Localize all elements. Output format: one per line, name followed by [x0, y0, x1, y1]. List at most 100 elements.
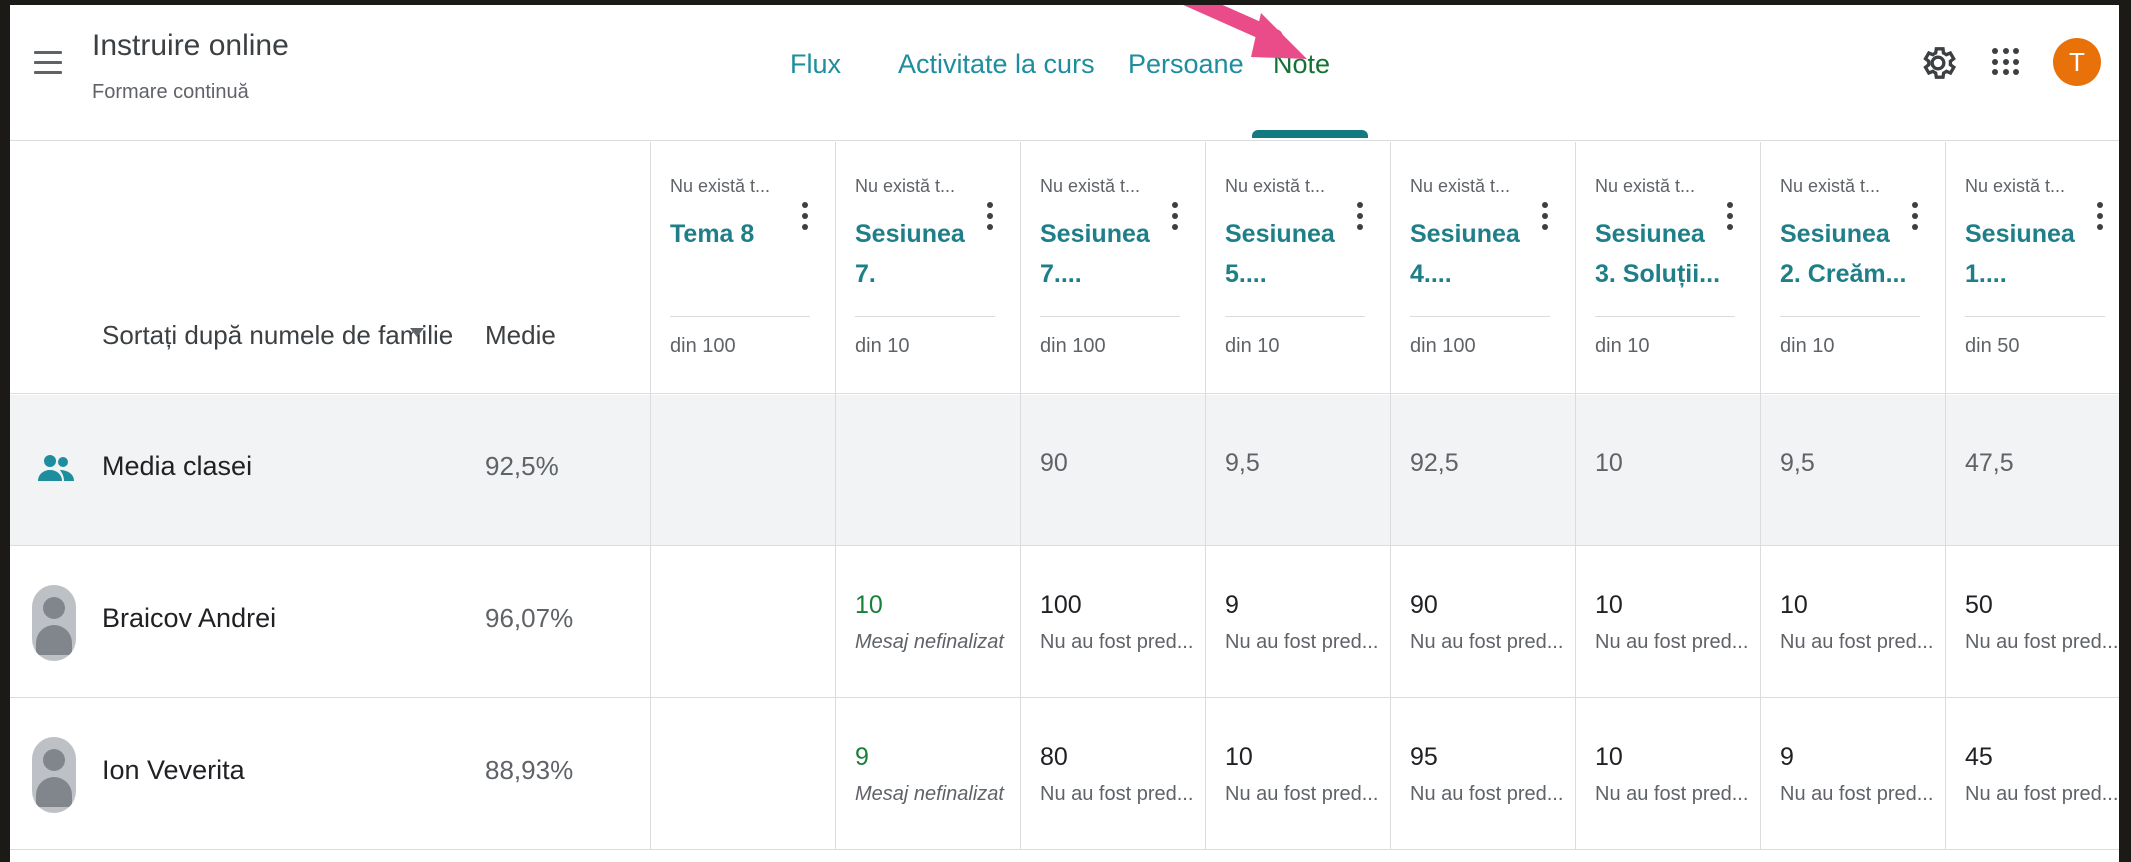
assignment-column-header[interactable]: Nu există t... Sesiunea 7. din 10 — [835, 142, 1019, 394]
average-cell: 92,5 — [1410, 449, 1459, 477]
column-divider — [1020, 142, 1021, 850]
due-date-label: Nu există t... — [670, 176, 771, 196]
assignment-column-header[interactable]: Nu există t... Sesiunea 2. Creăm... din 1… — [1760, 142, 1944, 394]
more-options-icon[interactable] — [1355, 202, 1365, 236]
people-group-icon — [38, 455, 74, 481]
active-tab-indicator — [1252, 130, 1368, 138]
class-subtitle: Formare continuă — [92, 81, 249, 103]
divider — [670, 316, 810, 317]
divider — [1965, 316, 2105, 317]
max-points-label: din 10 — [1595, 335, 1650, 357]
grade-cell[interactable] — [650, 699, 834, 850]
average-cell — [650, 395, 834, 546]
grade-cell[interactable]: 95 Nu au fost pred... — [1390, 699, 1574, 850]
assignment-title[interactable]: Sesiunea 1.... — [1965, 214, 2085, 294]
grade-cell[interactable]: 10 Nu au fost pred... — [1575, 547, 1759, 698]
due-date-label: Nu există t... — [1595, 176, 1696, 196]
grade-cell[interactable]: 9 Mesaj nefinalizat — [835, 699, 1019, 850]
assignment-column-header[interactable]: Nu există t... Sesiunea 7.... din 100 — [1020, 142, 1204, 394]
grade-cell[interactable]: 50 Nu au fost pred... — [1945, 547, 2119, 698]
average-cell: 9,5 — [1780, 449, 1815, 477]
due-date-label: Nu există t... — [1040, 176, 1141, 196]
column-divider — [1205, 142, 1206, 850]
medie-column-header: Medie — [485, 320, 556, 350]
more-options-icon[interactable] — [985, 202, 995, 236]
assignment-title[interactable]: Sesiunea 7.... — [1040, 214, 1160, 294]
max-points-label: din 10 — [1780, 335, 1835, 357]
max-points-label: din 10 — [1225, 335, 1280, 357]
assignment-column-header[interactable]: Nu există t... Sesiunea 3. Soluții... din… — [1575, 142, 1759, 394]
column-divider — [1575, 142, 1576, 850]
grade-cell[interactable]: 100 Nu au fost pred... — [1020, 547, 1204, 698]
student-name[interactable]: Braicov Andrei — [102, 603, 276, 634]
more-options-icon[interactable] — [1540, 202, 1550, 236]
assignment-title[interactable]: Tema 8 — [670, 214, 790, 254]
dropdown-caret-icon[interactable] — [410, 328, 424, 337]
class-average-label: Media clasei — [102, 451, 253, 481]
grade-cell[interactable]: 80 Nu au fost pred... — [1020, 699, 1204, 850]
grade-cell[interactable]: 10 Nu au fost pred... — [1760, 547, 1944, 698]
tab-activitate[interactable]: Activitate la curs — [898, 49, 1095, 80]
grade-cell[interactable] — [650, 547, 834, 698]
average-cell: 47,5 — [1965, 449, 2014, 477]
assignment-title[interactable]: Sesiunea 5.... — [1225, 214, 1345, 294]
max-points-label: din 100 — [1410, 335, 1476, 357]
column-divider — [1760, 142, 1761, 850]
assignment-column-header[interactable]: Nu există t... Sesiunea 1.... din 50 — [1945, 142, 2119, 394]
column-divider — [1390, 142, 1391, 850]
tab-flux[interactable]: Flux — [790, 49, 841, 80]
sort-dropdown[interactable]: Sortați după numele de familie — [102, 320, 453, 351]
assignment-title[interactable]: Sesiunea 3. Soluții... — [1595, 214, 1720, 294]
assignment-column-header[interactable]: Nu există t... Sesiunea 4.... din 100 — [1390, 142, 1574, 394]
max-points-label: din 50 — [1965, 335, 2020, 357]
settings-gear-icon[interactable] — [1918, 43, 1958, 83]
table-header-row: Sortați după numele de familie Medie Nu … — [10, 142, 2119, 394]
grade-cell[interactable]: 90 Nu au fost pred... — [1390, 547, 1574, 698]
grade-cell[interactable]: 10 Nu au fost pred... — [1575, 699, 1759, 850]
assignment-title[interactable]: Sesiunea 4.... — [1410, 214, 1530, 294]
student-name[interactable]: Ion Veverita — [102, 755, 245, 786]
grade-cell[interactable]: 10 Nu au fost pred... — [1205, 699, 1389, 850]
student-medie: 88,93% — [485, 755, 574, 785]
column-divider — [835, 142, 836, 850]
student-avatar-icon — [32, 585, 76, 661]
more-options-icon[interactable] — [1910, 202, 1920, 236]
divider — [1410, 316, 1550, 317]
class-title[interactable]: Instruire online — [92, 29, 289, 63]
divider — [1595, 316, 1735, 317]
average-cell: 9,5 — [1225, 449, 1260, 477]
more-options-icon[interactable] — [1170, 202, 1180, 236]
max-points-label: din 100 — [1040, 335, 1106, 357]
divider — [855, 316, 995, 317]
assignment-title[interactable]: Sesiunea 2. Creăm... — [1780, 214, 1906, 294]
classroom-window: Instruire online Formare continuă Flux A… — [10, 5, 2119, 862]
grade-cell[interactable]: 9 Nu au fost pred... — [1205, 547, 1389, 698]
due-date-label: Nu există t... — [1780, 176, 1881, 196]
assignment-title[interactable]: Sesiunea 7. — [855, 214, 975, 294]
student-row[interactable]: Ion Veverita 88,93% 9 Mesaj nefinalizat 8… — [10, 699, 2119, 850]
more-options-icon[interactable] — [1725, 202, 1735, 236]
student-row[interactable]: Braicov Andrei 96,07% 10 Mesaj nefinaliza… — [10, 547, 2119, 698]
divider — [1780, 316, 1920, 317]
account-avatar[interactable]: T — [2053, 38, 2101, 86]
assignment-column-header[interactable]: Nu există t... Sesiunea 5.... din 10 — [1205, 142, 1389, 394]
average-cell: 10 — [1595, 449, 1623, 477]
due-date-label: Nu există t... — [855, 176, 956, 196]
due-date-label: Nu există t... — [1225, 176, 1326, 196]
due-date-label: Nu există t... — [1965, 176, 2066, 196]
top-app-bar: Instruire online Formare continuă Flux A… — [10, 5, 2119, 141]
divider — [1225, 316, 1365, 317]
max-points-label: din 10 — [855, 335, 910, 357]
more-options-icon[interactable] — [800, 202, 810, 236]
column-divider — [650, 142, 651, 850]
more-options-icon[interactable] — [2095, 202, 2105, 236]
average-cell — [835, 395, 1019, 546]
menu-icon[interactable] — [34, 51, 62, 77]
grade-cell[interactable]: 45 Nu au fost pred... — [1945, 699, 2119, 850]
assignment-column-header[interactable]: Nu există t... Tema 8 din 100 — [650, 142, 834, 394]
class-average-row: Media clasei 92,5% 90 9,5 92,5 10 9,5 47… — [10, 395, 2119, 546]
divider — [1040, 316, 1180, 317]
google-apps-icon[interactable] — [1992, 48, 2020, 76]
grade-cell[interactable]: 10 Mesaj nefinalizat — [835, 547, 1019, 698]
grade-cell[interactable]: 9 Nu au fost pred... — [1760, 699, 1944, 850]
